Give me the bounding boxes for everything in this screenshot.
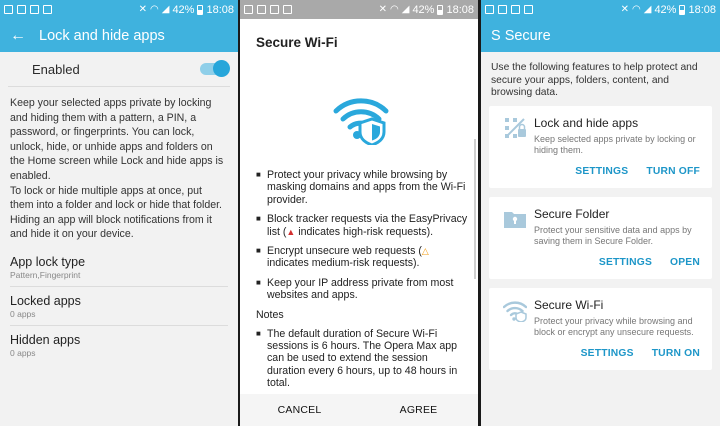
wifi-status-icon: ◠ (632, 3, 641, 15)
signal-icon: ◢ (643, 3, 652, 15)
card-secure-folder[interactable]: Secure Folder Protect your sensitive dat… (489, 196, 712, 279)
setting-app-lock-type[interactable]: App lock type Pattern,Fingerprint (0, 248, 238, 286)
setting-value: 0 apps (10, 308, 36, 319)
status-bar: ✕ ◠ ◢ 42% 18:08 (240, 0, 478, 19)
setting-value: 0 apps (10, 347, 36, 358)
intro-text: Use the following features to help prote… (491, 62, 698, 99)
download-icon (283, 5, 292, 14)
secure-wifi-dialog-screen: ✕ ◠ ◢ 42% 18:08 Secure Wi-Fi ■ Protect y… (240, 0, 478, 426)
message-icon (511, 5, 520, 14)
scrollbar[interactable] (474, 139, 476, 279)
notification-icon (485, 5, 494, 14)
app-bar: ✕ ◠ ◢ 42% 18:08 S Secure (481, 0, 720, 52)
list-item: ■ Protect your privacy while browsing by… (256, 169, 468, 206)
list-item: ■ Encrypt unsecure web requests (△ indic… (256, 245, 468, 270)
description: Keep your selected apps private by locki… (0, 87, 238, 248)
high-risk-warning-icon: ▲ (286, 226, 296, 237)
bullet-text: indicates medium-risk requests). (267, 257, 420, 270)
list-item: ■ Block tracker requests via the EasyPri… (256, 213, 468, 238)
open-button[interactable]: OPEN (670, 257, 700, 268)
enabled-toggle[interactable] (200, 60, 230, 77)
clock: 18:08 (688, 3, 716, 16)
setting-title: App lock type (10, 254, 86, 269)
notes-heading: Notes (256, 308, 284, 321)
signal-icon: ◢ (161, 3, 170, 15)
bullet-text: Keep your IP address private from most w… (267, 276, 454, 302)
battery-icon (197, 4, 204, 15)
dialog-title: Secure Wi-Fi (256, 35, 338, 50)
battery-percent: 42% (412, 3, 435, 16)
setting-locked-apps[interactable]: Locked apps 0 apps (0, 287, 238, 325)
app-bar: ✕ ◠ ◢ 42% 18:08 ← Lock and hide apps (0, 0, 238, 52)
turn-on-button[interactable]: TURN ON (652, 348, 700, 359)
lock-grid-icon (503, 116, 527, 140)
battery-percent: 42% (654, 3, 677, 16)
bullet-text: Protect your privacy while browsing by m… (267, 169, 466, 206)
settings-button[interactable]: SETTINGS (581, 348, 634, 359)
wifi-status-icon: ◠ (150, 3, 159, 15)
enabled-row[interactable]: Enabled (0, 52, 238, 86)
list-item: ■ Keep your IP address private from most… (256, 277, 468, 302)
gallery-icon (17, 5, 26, 14)
message-icon (270, 5, 279, 14)
turn-off-button[interactable]: TURN OFF (646, 166, 700, 177)
mute-icon: ✕ (378, 3, 387, 15)
secure-wifi-dialog: Secure Wi-Fi ■ Protect your privacy whil… (240, 19, 478, 426)
bullet-icon: ■ (256, 170, 261, 179)
bullet-text: The default duration of Secure Wi-Fi ses… (267, 327, 458, 390)
bullet-icon: ■ (256, 328, 261, 338)
setting-title: Locked apps (10, 293, 81, 308)
back-arrow-icon[interactable]: ← (10, 27, 26, 45)
mute-icon: ✕ (138, 3, 147, 15)
download-icon (524, 5, 533, 14)
setting-title: Hidden apps (10, 332, 81, 347)
wifi-shield-icon (332, 89, 390, 147)
bullet-text: indicates high-risk requests). (295, 225, 434, 238)
signal-icon: ◢ (401, 3, 410, 15)
bullet-icon: ■ (256, 277, 261, 287)
bullet-icon: ■ (256, 246, 261, 256)
card-secure-wifi[interactable]: Secure Wi-Fi Protect your privacy while … (489, 287, 712, 370)
setting-value: Pattern,Fingerprint (10, 269, 81, 280)
description-paragraph: Keep your selected apps private by locki… (10, 97, 224, 182)
s-secure-screen: ✕ ◠ ◢ 42% 18:08 S Secure Use the followi… (481, 0, 720, 426)
dialog-actions: CANCEL AGREE (240, 394, 478, 426)
settings-button[interactable]: SETTINGS (575, 166, 628, 177)
cancel-button[interactable]: CANCEL (240, 404, 359, 416)
agree-button[interactable]: AGREE (359, 404, 478, 416)
card-lock-and-hide-apps[interactable]: Lock and hide apps Keep selected apps pr… (489, 105, 712, 188)
download-icon (43, 5, 52, 14)
bullet-text: Encrypt unsecure web requests ( (267, 245, 422, 258)
clock: 18:08 (446, 3, 474, 16)
mute-icon: ✕ (620, 3, 629, 15)
battery-percent: 42% (172, 3, 195, 16)
secure-wifi-icon (502, 298, 528, 323)
page-title: Lock and hide apps (39, 27, 165, 44)
clock: 18:08 (206, 3, 234, 16)
message-icon (30, 5, 39, 14)
list-item: ■ The default duration of Secure Wi-Fi s… (256, 328, 468, 390)
description-paragraph: To lock or hide multiple apps at once, p… (10, 184, 223, 241)
battery-icon (437, 4, 444, 15)
secure-folder-icon (503, 207, 527, 231)
status-bar: ✕ ◠ ◢ 42% 18:08 (481, 0, 720, 19)
page-title: S Secure (491, 27, 551, 44)
notification-icon (4, 5, 13, 14)
feature-list: ■ Protect your privacy while browsing by… (256, 169, 468, 397)
battery-icon (679, 4, 686, 15)
enabled-label: Enabled (32, 61, 80, 77)
medium-risk-warning-icon: △ (421, 246, 429, 257)
gallery-icon (498, 5, 507, 14)
lock-and-hide-apps-screen: ✕ ◠ ◢ 42% 18:08 ← Lock and hide apps Ena… (0, 0, 238, 426)
status-bar: ✕ ◠ ◢ 42% 18:08 (0, 0, 238, 19)
settings-button[interactable]: SETTINGS (599, 257, 652, 268)
bullet-icon: ■ (256, 214, 261, 224)
wifi-status-icon: ◠ (390, 3, 399, 15)
setting-hidden-apps[interactable]: Hidden apps 0 apps (0, 326, 238, 364)
notification-icon (244, 5, 253, 14)
gallery-icon (257, 5, 266, 14)
toggle-knob (213, 60, 230, 77)
